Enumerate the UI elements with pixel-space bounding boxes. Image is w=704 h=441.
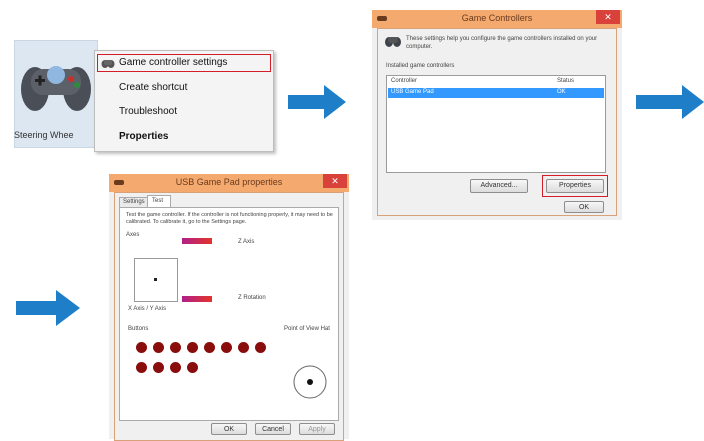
- menu-item-properties[interactable]: Properties: [119, 131, 168, 142]
- z-axis-label: Z Axis: [238, 239, 255, 245]
- button-indicator: [204, 342, 215, 353]
- close-button[interactable]: ✕: [323, 174, 347, 188]
- instructions-text: Test the game controller. If the control…: [126, 212, 333, 225]
- pov-hat-icon: [293, 365, 327, 399]
- window-client: Settings Test Test the game controller. …: [114, 192, 344, 441]
- description-text: These settings help you configure the ga…: [406, 36, 598, 50]
- ok-button[interactable]: OK: [564, 201, 604, 213]
- table-row[interactable]: USB Game Pad OK: [388, 88, 604, 98]
- title-bar: USB Game Pad properties ✕: [109, 174, 349, 192]
- controller-list[interactable]: Controller Status USB Game Pad OK: [386, 75, 606, 173]
- arrow-right-icon: [16, 290, 80, 326]
- xy-crosshair: [154, 278, 157, 281]
- button-indicator: [170, 362, 181, 373]
- menu-item-troubleshoot[interactable]: Troubleshoot: [119, 106, 177, 117]
- context-menu: Game controller settings Create shortcut…: [94, 50, 274, 152]
- arrow-right-icon: [288, 85, 346, 119]
- gamepad-icon: [385, 37, 401, 47]
- gamepad-icon: [21, 66, 91, 111]
- device-context-menu-panel: Steering Whee Game controller settings C…: [14, 38, 274, 152]
- tab-settings-label: Settings: [123, 199, 145, 205]
- title-bar: Game Controllers ✕: [372, 10, 622, 28]
- button-indicator: [153, 342, 164, 353]
- gamepad-icon: [101, 60, 115, 68]
- button-indicator: [136, 362, 147, 373]
- xy-axis-box: [134, 258, 178, 302]
- button-indicator: [136, 342, 147, 353]
- z-rotation-bar: [182, 296, 212, 302]
- button-indicator: [238, 342, 249, 353]
- row-controller-name: USB Game Pad: [391, 89, 434, 95]
- xy-axis-label: X Axis / Y Axis: [128, 306, 167, 312]
- pov-label: Point of View Hat: [284, 326, 330, 332]
- device-label: Steering Whee: [14, 130, 74, 140]
- button-indicator: [221, 342, 232, 353]
- button-indicator: [255, 342, 266, 353]
- properties-window: USB Game Pad properties ✕ Settings Test …: [109, 174, 349, 441]
- axes-label: Axes: [126, 232, 140, 238]
- menu-item-game-controller-settings[interactable]: Game controller settings: [119, 57, 227, 68]
- apply-button[interactable]: Apply: [299, 423, 335, 435]
- button-indicator: [170, 342, 181, 353]
- ok-button[interactable]: OK: [211, 423, 247, 435]
- column-header-controller[interactable]: Controller: [391, 78, 417, 84]
- z-rotation-label: Z Rotation: [238, 295, 266, 301]
- button-indicator: [153, 362, 164, 373]
- buttons-label: Buttons: [128, 326, 149, 332]
- close-button[interactable]: ✕: [596, 10, 620, 24]
- row-status: OK: [557, 89, 566, 95]
- button-indicator: [187, 342, 198, 353]
- menu-item-create-shortcut[interactable]: Create shortcut: [119, 82, 187, 93]
- cancel-button[interactable]: Cancel: [255, 423, 291, 435]
- column-header-status[interactable]: Status: [557, 78, 574, 84]
- game-controllers-window: Game Controllers ✕ These settings help y…: [372, 10, 622, 220]
- window-client: These settings help you configure the ga…: [377, 28, 617, 216]
- test-tab-panel: Test the game controller. If the control…: [119, 207, 339, 421]
- z-axis-bar: [182, 238, 212, 244]
- group-label: Installed game controllers: [386, 63, 455, 69]
- tab-test-label: Test: [152, 198, 164, 204]
- window-title: Game Controllers: [461, 13, 533, 23]
- arrow-right-icon: [636, 85, 704, 119]
- window-title: USB Game Pad properties: [175, 177, 283, 187]
- button-indicator: [187, 362, 198, 373]
- properties-highlight: [542, 175, 608, 197]
- advanced-button[interactable]: Advanced...: [470, 179, 528, 193]
